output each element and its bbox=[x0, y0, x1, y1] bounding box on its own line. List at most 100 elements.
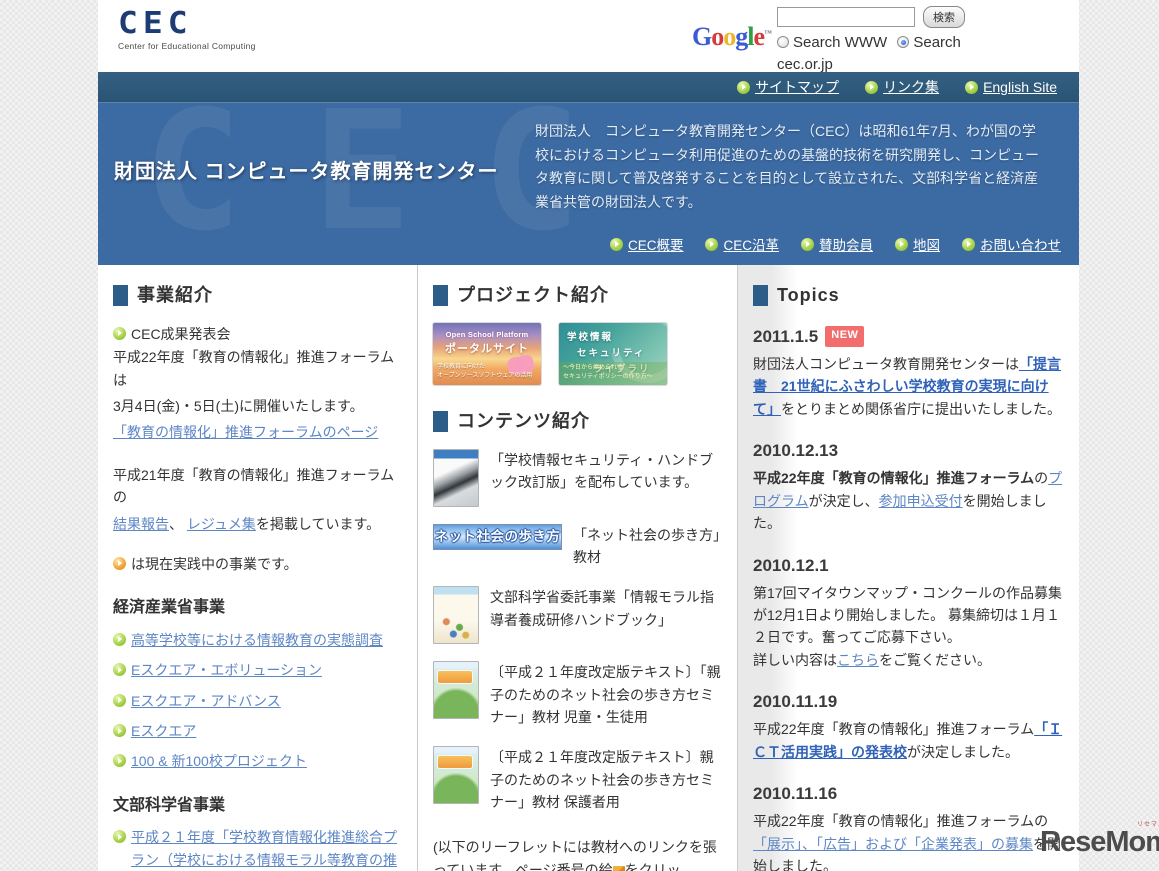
arrow-bullet-icon bbox=[113, 632, 126, 646]
cec-history-link[interactable]: CEC沿革 bbox=[705, 234, 779, 254]
arrow-bullet-icon bbox=[801, 237, 814, 251]
topic-date: 2010.12.1 bbox=[753, 555, 829, 575]
net-society-banner[interactable]: ネット社会の歩き方 bbox=[433, 523, 562, 550]
list-item: Eスクエア・アドバンス bbox=[113, 690, 402, 712]
forum-announce-line2: 3月4日(金)・5日(土)に開催いたします。 bbox=[113, 397, 364, 414]
moral-handbook-text: 文部科学省委託事業「情報モラル指導者養成研修ハンドブック」 bbox=[490, 588, 714, 628]
radio-unchecked-icon bbox=[777, 36, 789, 48]
topic-entry: 平成22年度「教育の情報化」推進フォーラムのプログラムが決定し、参加申込受付を開… bbox=[753, 470, 1063, 532]
seminar-parent-cover[interactable] bbox=[433, 745, 479, 804]
details-link[interactable]: こちら bbox=[837, 652, 879, 668]
nav-sitemap-link[interactable]: サイトマップ bbox=[737, 77, 839, 97]
nav-links-link[interactable]: リンク集 bbox=[865, 77, 939, 97]
arrow-bullet-icon bbox=[965, 80, 979, 94]
content-item-net-society: ネット社会の歩き方 「ネット社会の歩き方」教材 bbox=[433, 523, 722, 569]
list-item: 平成２１年度「学校教育情報化推進総合プラン（学校における情報モラル等教育の推進事… bbox=[113, 826, 402, 871]
security-library-banner[interactable]: 学校情報 セキュリティ ライブラリ 〜今日から始められる セキュリティポリシーの… bbox=[559, 322, 667, 385]
search-input[interactable] bbox=[777, 7, 915, 27]
separator-text: 、 bbox=[169, 515, 187, 532]
arrow-bullet-icon bbox=[113, 326, 126, 340]
top-navigation: サイトマップ リンク集 English Site bbox=[98, 72, 1079, 102]
projects-heading: プロジェクト紹介 bbox=[457, 285, 609, 305]
meti-link-esquare-evolution[interactable]: Eスクエア・エボリューション bbox=[131, 662, 322, 678]
cec-logo-text: CEC bbox=[118, 4, 193, 41]
list-item: 高等学校等における情報教育の実態調査 bbox=[113, 629, 402, 651]
open-school-platform-banner[interactable]: Open School Platform ポータルサイト 学校教育に向けた オー… bbox=[433, 322, 541, 385]
topic-entry: 財団法人コンピュータ教育開発センターは「提言書 21世紀にふさわしい学校教育の実… bbox=[753, 355, 1061, 417]
content-item-seminar-students: 〔平成２１年度改定版テキスト〕「親子のためのネット社会の歩き方セミナー」教材 児… bbox=[433, 660, 722, 729]
topics-heading: Topics bbox=[777, 285, 840, 305]
seminar-parent-text: 〔平成２１年度改定版テキスト〕親子のためのネット社会の歩き方セミナー」教材 保護… bbox=[490, 748, 714, 811]
arrow-bullet-icon bbox=[865, 80, 879, 94]
leaflet-footnote: (以下のリーフレットには教材へのリンクを張っています。ページ番号の絵 をクリッ bbox=[433, 836, 722, 871]
topics-column: Topics 2011.1.5 NEW 財団法人コンピュータ教育開発センターは「提… bbox=[737, 265, 1079, 871]
main-content: 事業紹介 CEC成果発表会 平成22年度「教育の情報化」推進フォーラムは 3月4… bbox=[98, 265, 1079, 871]
forum-page-link[interactable]: 「教育の情報化」推進フォーラムのページ bbox=[113, 424, 378, 440]
moral-handbook-cover[interactable] bbox=[433, 585, 479, 644]
cec-logo-subtitle: Center for Educational Computing bbox=[118, 41, 256, 51]
google-letter: o bbox=[711, 22, 724, 51]
search-controls: 検索 Search WWW Search cec.or.jp bbox=[777, 6, 1015, 76]
google-site-search: Google™ 検索 Search WWW Search cec.or.jp bbox=[692, 6, 1015, 76]
search-scope-row: Search WWW Search cec.or.jp bbox=[777, 32, 1009, 76]
map-link[interactable]: 地図 bbox=[895, 234, 940, 254]
cec-logo[interactable]: CEC Center for Educational Computing bbox=[118, 6, 256, 51]
topic-date: 2010.11.19 bbox=[753, 692, 838, 712]
resume-collection-link[interactable]: レジュメ集 bbox=[187, 516, 256, 532]
resemom-furigana: リセマム bbox=[1137, 822, 1159, 828]
exhibit-ad-recruitment-link[interactable]: 「展示」、「広告」および「企業発表」の募集 bbox=[753, 836, 1033, 852]
nav-english-site-link[interactable]: English Site bbox=[965, 79, 1057, 95]
business-heading: 事業紹介 bbox=[137, 285, 213, 305]
meti-link-survey[interactable]: 高等学校等における情報教育の実態調査 bbox=[131, 632, 383, 648]
security-banner-caption: 〜今日から始められる セキュリティポリシーの作り方〜 bbox=[559, 361, 667, 385]
hero-links-row: CEC概要 CEC沿革 賛助会員 地図 お問い合わせ bbox=[609, 234, 1061, 254]
content-item-security-handbook: 「学校情報セキュリティ・ハンドブック改訂版」を配布しています。 bbox=[433, 448, 722, 507]
list-item: Eスクエア bbox=[113, 720, 402, 742]
seminar-student-cover[interactable] bbox=[433, 660, 479, 719]
supporting-members-link[interactable]: 賛助会員 bbox=[801, 234, 873, 254]
header: CEC Center for Educational Computing Goo… bbox=[98, 0, 1079, 73]
site-title: 財団法人 コンピュータ教育開発センター bbox=[114, 161, 499, 183]
meti-link-100-schools[interactable]: 100 & 新100校プロジェクト bbox=[131, 753, 307, 769]
arrow-bullet-icon bbox=[705, 237, 719, 251]
mext-link-plan[interactable]: 平成２１年度「学校教育情報化推進総合プラン（学校における情報モラル等教育の推進事… bbox=[131, 829, 397, 871]
security-handbook-cover[interactable] bbox=[433, 448, 479, 507]
contact-link[interactable]: お問い合わせ bbox=[962, 234, 1061, 254]
cec-overview-link[interactable]: CEC概要 bbox=[609, 234, 684, 254]
arrow-bullet-icon bbox=[113, 830, 126, 844]
heading-square-icon bbox=[113, 284, 128, 306]
cec-presentation-label: CEC成果発表会 bbox=[131, 325, 231, 342]
topic-date: 2011.1.5 NEW bbox=[753, 323, 1064, 350]
new-badge: NEW bbox=[825, 325, 865, 348]
radio-search-www[interactable]: Search WWW bbox=[777, 34, 887, 51]
section-heading-business: 事業紹介 bbox=[113, 281, 402, 310]
seminar-student-text: 〔平成２１年度改定版テキスト〕「親子のためのネット社会の歩き方セミナー」教材 児… bbox=[490, 663, 721, 726]
topic-entry-line2: 詳しい内容はこちらをご覧ください。 bbox=[753, 651, 991, 668]
heading-square-icon bbox=[433, 410, 448, 432]
content-item-moral-handbook: 文部科学省委託事業「情報モラル指導者養成研修ハンドブック」 bbox=[433, 585, 722, 644]
registration-link[interactable]: 参加申込受付 bbox=[879, 493, 963, 509]
project-banners: Open School Platform ポータルサイト 学校教育に向けた オー… bbox=[433, 322, 722, 385]
page-number-icon bbox=[612, 865, 625, 871]
security-handbook-text: 「学校情報セキュリティ・ハンドブック改訂版」を配布しています。 bbox=[490, 451, 714, 491]
supporting-members-label: 賛助会員 bbox=[819, 238, 873, 253]
map-label: 地図 bbox=[913, 238, 940, 253]
arrow-bullet-icon bbox=[895, 237, 908, 251]
arrow-bullet-icon bbox=[737, 80, 751, 94]
site-description: 財団法人 コンピュータ教育開発センター（CEC）は昭和61年7月、わが国の学校に… bbox=[535, 123, 1039, 210]
topic-date: 2010.11.16 bbox=[753, 784, 838, 804]
topic-entry: 平成22年度「教育の情報化」推進フォーラムの「展示」、「広告」および「企業発表」… bbox=[753, 813, 1061, 871]
forum-h21-links-line: 結果報告、 レジュメ集を掲載しています。 bbox=[113, 513, 402, 535]
cec-homepage: CEC Center for Educational Computing Goo… bbox=[98, 0, 1079, 871]
google-letter: o bbox=[723, 22, 736, 51]
resemom-logo-text: ReseMom. bbox=[1040, 826, 1159, 858]
radio-www-label: Search WWW bbox=[793, 34, 888, 51]
arrow-bullet-icon bbox=[113, 754, 126, 768]
meti-link-esquare-advance[interactable]: Eスクエア・アドバンス bbox=[131, 693, 281, 709]
search-button[interactable]: 検索 bbox=[923, 6, 965, 28]
cec-overview-label: CEC概要 bbox=[627, 238, 684, 253]
content-item-seminar-parents: 〔平成２１年度改定版テキスト〕親子のためのネット社会の歩き方セミナー」教材 保護… bbox=[433, 745, 722, 814]
meti-link-esquare[interactable]: Eスクエア bbox=[131, 723, 196, 739]
result-report-link[interactable]: 結果報告 bbox=[113, 516, 169, 532]
meti-heading: 経済産業省事業 bbox=[113, 599, 226, 617]
